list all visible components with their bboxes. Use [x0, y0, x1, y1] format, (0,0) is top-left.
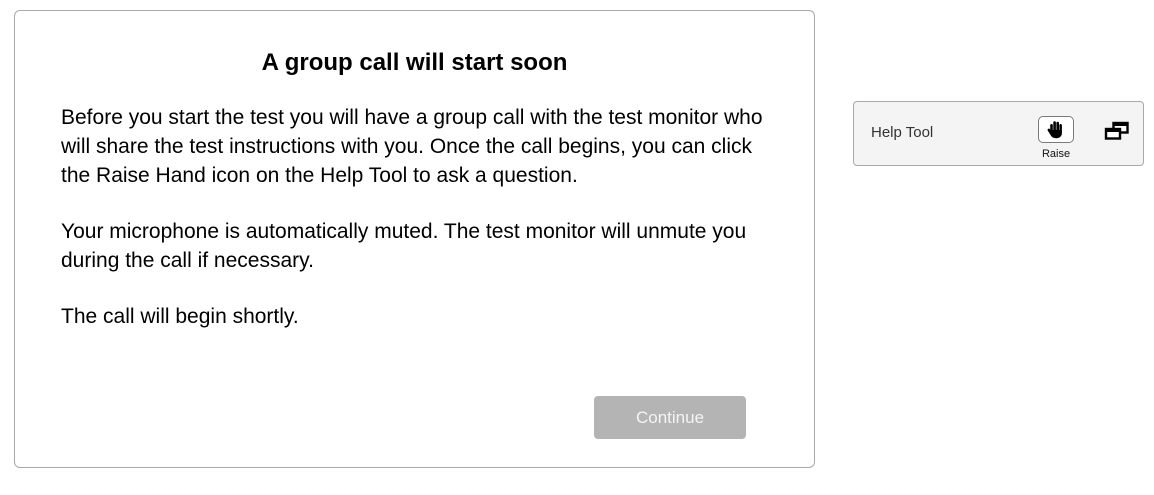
instructions-paragraph: Before you start the test you will have …: [61, 106, 763, 187]
dialog-body: Before you start the test you will have …: [61, 103, 781, 358]
call-status-text: The call will begin shortly.: [61, 305, 299, 328]
popout-icon: [1104, 121, 1129, 140]
group-call-dialog: A group call will start soon Before you …: [14, 10, 815, 468]
hand-icon: [1047, 121, 1062, 139]
help-tool-panel: Help Tool Raise: [853, 101, 1144, 166]
continue-button[interactable]: Continue: [594, 396, 746, 439]
dialog-title: A group call will start soon: [261, 49, 568, 76]
popout-button[interactable]: [1102, 119, 1132, 143]
raise-label: Raise: [1041, 148, 1071, 160]
microphone-notice: Your microphone is automatically muted. …: [61, 220, 747, 272]
help-tool-label: Help Tool: [871, 124, 934, 141]
raise-hand-button[interactable]: [1038, 116, 1074, 143]
